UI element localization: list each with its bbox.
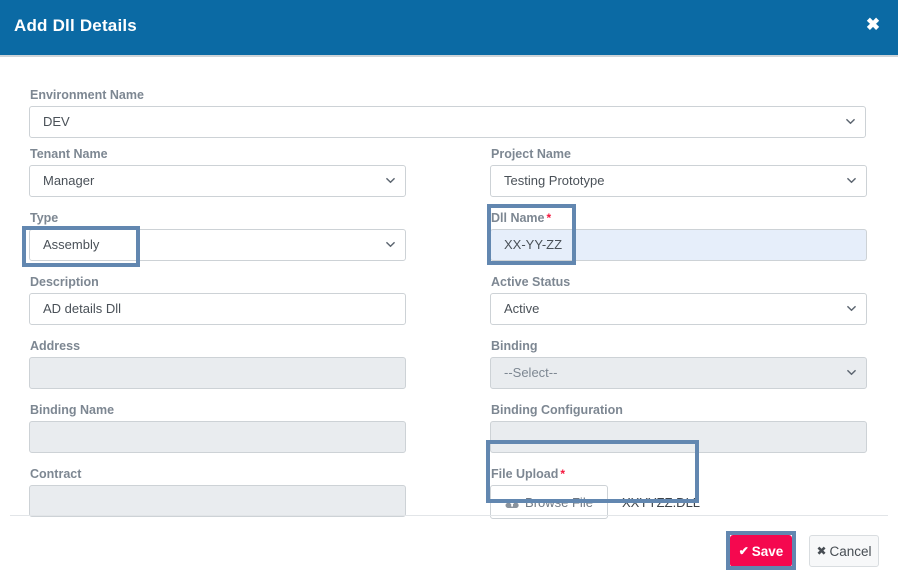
select-type[interactable]: Assembly — [29, 229, 406, 261]
right-column: Project Name Testing Prototype Dll Name*… — [490, 147, 867, 533]
input-dll-name[interactable]: XX-YY-ZZ — [490, 229, 867, 261]
input-address — [29, 357, 406, 389]
select-wrap-environment-name: DEV — [29, 106, 866, 138]
select-wrap-binding: --Select-- — [490, 357, 867, 389]
label-address: Address — [30, 339, 406, 353]
field-group-file-upload: File Upload* Browse File XXYYZZ.DLL — [490, 467, 867, 519]
field-group-project-name: Project Name Testing Prototype — [490, 147, 867, 197]
label-contract: Contract — [30, 467, 406, 481]
select-wrap-type: Assembly — [29, 229, 406, 261]
label-type: Type — [30, 211, 406, 225]
input-contract — [29, 485, 406, 517]
label-binding: Binding — [491, 339, 867, 353]
field-group-binding: Binding --Select-- — [490, 339, 867, 389]
modal-header: Add Dll Details ✖ — [0, 0, 898, 55]
field-group-active-status: Active Status Active — [490, 275, 867, 325]
save-button[interactable]: ✔ Save — [730, 535, 792, 567]
save-button-label: Save — [752, 544, 784, 559]
select-tenant-name[interactable]: Manager — [29, 165, 406, 197]
field-group-description: Description AD details Dll — [29, 275, 406, 325]
left-column: Tenant Name Manager Type Assembly Descri… — [29, 147, 406, 531]
select-wrap-active-status: Active — [490, 293, 867, 325]
close-icon[interactable]: ✖ — [862, 14, 884, 36]
required-marker-icon: * — [560, 467, 565, 481]
field-group-address: Address — [29, 339, 406, 389]
field-group-binding-name: Binding Name — [29, 403, 406, 453]
cancel-button[interactable]: ✖ Cancel — [809, 535, 879, 567]
uploaded-file-name: XXYYZZ.DLL — [622, 495, 700, 510]
file-upload-row: Browse File XXYYZZ.DLL — [490, 485, 867, 519]
label-description: Description — [30, 275, 406, 289]
required-marker-icon: * — [547, 211, 552, 225]
label-binding-configuration: Binding Configuration — [491, 403, 867, 417]
label-dll-name: Dll Name* — [491, 211, 867, 225]
input-binding-configuration — [490, 421, 867, 453]
check-icon: ✔ — [739, 545, 749, 557]
field-group-environment-name: Environment Name DEV — [29, 88, 866, 138]
field-group-type: Type Assembly — [29, 211, 406, 261]
select-project-name[interactable]: Testing Prototype — [490, 165, 867, 197]
label-dll-name-text: Dll Name — [491, 211, 545, 225]
field-group-binding-configuration: Binding Configuration — [490, 403, 867, 453]
label-active-status: Active Status — [491, 275, 867, 289]
select-wrap-project-name: Testing Prototype — [490, 165, 867, 197]
field-group-tenant-name: Tenant Name Manager — [29, 147, 406, 197]
modal-title: Add Dll Details — [14, 16, 137, 36]
browse-file-button[interactable]: Browse File — [490, 485, 608, 519]
select-binding: --Select-- — [490, 357, 867, 389]
modal-footer: ✔ Save ✖ Cancel — [0, 516, 898, 580]
select-wrap-tenant-name: Manager — [29, 165, 406, 197]
label-file-upload: File Upload* — [491, 467, 867, 481]
label-tenant-name: Tenant Name — [30, 147, 406, 161]
field-group-dll-name: Dll Name* XX-YY-ZZ — [490, 211, 867, 261]
browse-file-label: Browse File — [525, 495, 593, 510]
modal-body: Environment Name DEV Tenant Name Manager… — [0, 57, 898, 512]
input-description[interactable]: AD details Dll — [29, 293, 406, 325]
close-x-icon: ✖ — [816, 545, 826, 557]
label-environment-name: Environment Name — [30, 88, 866, 102]
input-binding-name — [29, 421, 406, 453]
cancel-button-label: Cancel — [830, 544, 872, 559]
select-active-status[interactable]: Active — [490, 293, 867, 325]
select-environment-name[interactable]: DEV — [29, 106, 866, 138]
label-binding-name: Binding Name — [30, 403, 406, 417]
label-project-name: Project Name — [491, 147, 867, 161]
label-file-upload-text: File Upload — [491, 467, 558, 481]
field-group-contract: Contract — [29, 467, 406, 517]
cloud-upload-icon — [505, 497, 519, 508]
